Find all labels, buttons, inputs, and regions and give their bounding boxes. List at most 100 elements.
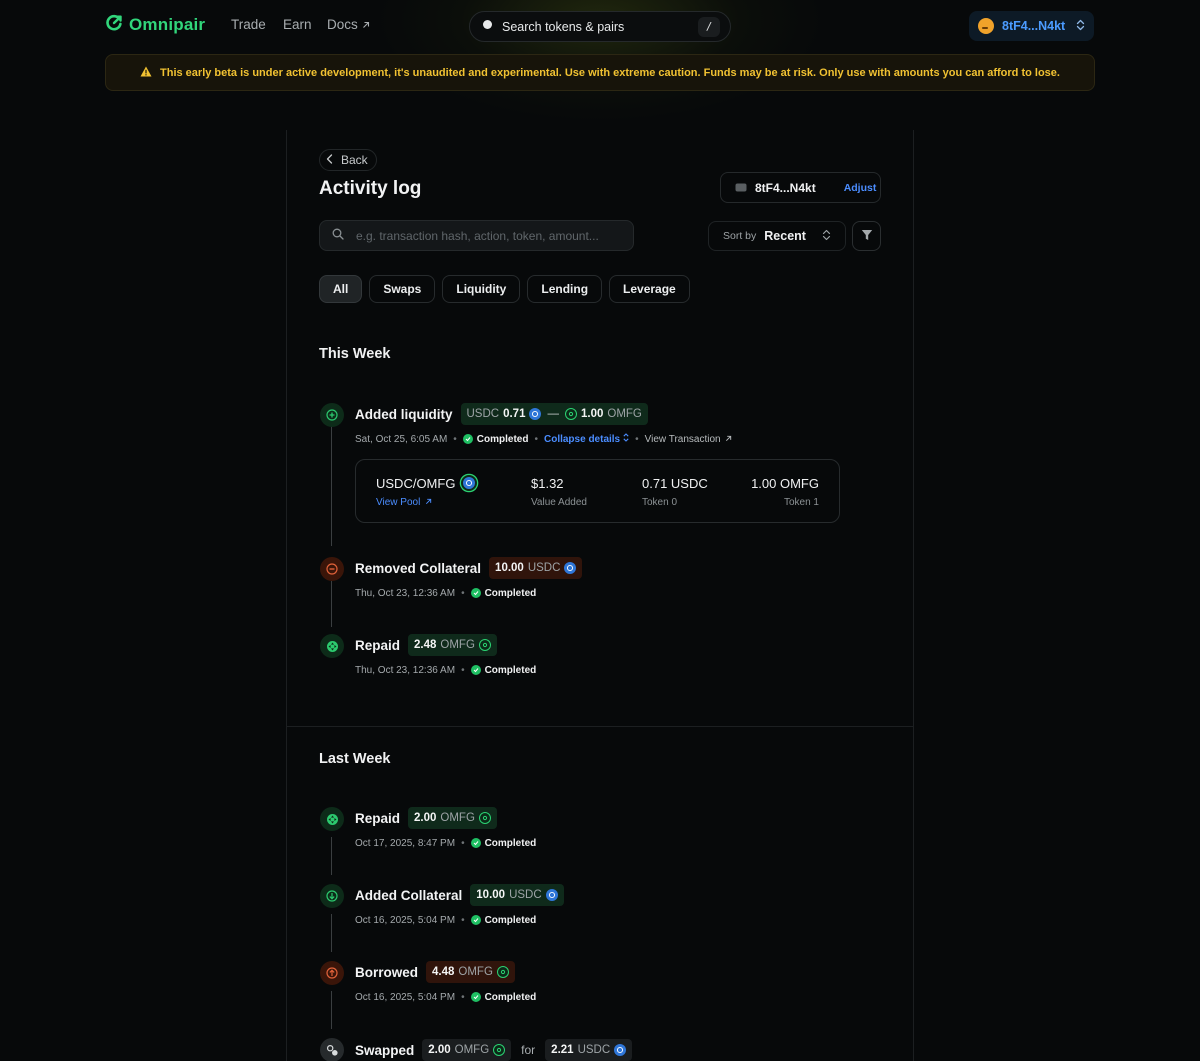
- chevron-up-down-icon: [1076, 19, 1085, 34]
- section-title-last-week: Last Week: [319, 751, 391, 767]
- token-symbol: USDC: [466, 408, 500, 420]
- usdc-token-icon: [614, 1044, 627, 1056]
- token-symbol: USDC: [527, 562, 561, 574]
- wallet-address: 8tF4...N4kt: [1002, 19, 1066, 33]
- omfg-token-icon: [496, 966, 509, 978]
- status-badge: Completed: [470, 992, 536, 1003]
- token-symbol: OMFG: [607, 408, 642, 420]
- amount-pill: 2.00 OMFG: [408, 807, 497, 829]
- token-amount: 10.00: [495, 562, 524, 574]
- chevron-up-down-icon: [822, 229, 831, 244]
- detail-token1: 1.00 OMFG Token 1: [751, 476, 819, 509]
- event-repaid[interactable]: Repaid 2.00 OMFG: [355, 807, 497, 829]
- meta-separator: •: [461, 914, 465, 926]
- collapse-details-button[interactable]: Collapse details: [544, 433, 629, 445]
- token1-label: Token 1: [783, 497, 819, 508]
- adjust-wallet-button[interactable]: Adjust: [844, 182, 877, 194]
- liquidity-details-card: USDC/OMFG View Pool $1.32 Value Added 0.…: [355, 459, 840, 523]
- event-repaid[interactable]: Repaid 2.48 OMFG: [355, 634, 497, 656]
- meta-separator: •: [534, 433, 538, 445]
- meta-separator: •: [461, 837, 465, 849]
- check-icon: [470, 838, 481, 848]
- filter-button[interactable]: [852, 221, 881, 251]
- activity-search-field[interactable]: [319, 220, 634, 251]
- wallet-button[interactable]: 8tF4...N4kt: [969, 11, 1094, 41]
- check-icon: [470, 665, 481, 675]
- brand-logo[interactable]: Omnipair: [105, 14, 205, 35]
- amount-pill: 4.48 OMFG: [426, 961, 515, 983]
- event-added-liquidity[interactable]: Added liquidity USDC 0.71 — 1.00 OMFG: [355, 403, 648, 425]
- event-removed-collateral[interactable]: Removed Collateral 10.00 USDC: [355, 557, 583, 579]
- external-link-icon: [425, 497, 432, 508]
- meta-separator: •: [461, 991, 465, 1003]
- chevron-left-icon: [326, 153, 333, 167]
- amount-pill: 2.21 USDC: [545, 1039, 633, 1061]
- event-borrowed[interactable]: Borrowed 4.48 OMFG: [355, 961, 515, 983]
- detail-value: $1.32 Value Added: [531, 476, 587, 509]
- pair-name: USDC/OMFG: [376, 475, 456, 491]
- amount-pill: 2.00 OMFG: [422, 1039, 512, 1061]
- check-icon: [462, 434, 473, 444]
- nav-trade[interactable]: Trade: [231, 17, 266, 32]
- wallet-icon: [735, 180, 747, 195]
- event-action: Borrowed: [355, 964, 419, 980]
- tab-liquidity[interactable]: Liquidity: [442, 275, 521, 303]
- event-meta: Thu, Oct 23, 12:36 AM • Completed: [355, 586, 536, 600]
- view-pool-link[interactable]: View Pool: [376, 497, 477, 508]
- nav-earn[interactable]: Earn: [283, 17, 312, 32]
- search-icon: [332, 228, 344, 243]
- token-symbol: USDC: [577, 1044, 611, 1056]
- event-action: Added liquidity: [355, 406, 453, 422]
- nav-docs[interactable]: Docs: [327, 17, 370, 32]
- arrow-down-icon: [320, 884, 344, 908]
- omfg-token-icon: [493, 1044, 506, 1056]
- event-meta: Thu, Oct 23, 12:36 AM • Completed: [355, 663, 536, 677]
- omnipair-logo-icon: [105, 14, 123, 35]
- top-nav: Omnipair Trade Earn Docs Search tokens &…: [0, 0, 1200, 52]
- tab-leverage[interactable]: Leverage: [609, 275, 690, 303]
- check-icon: [470, 992, 481, 1002]
- token-amount: 2.00: [414, 812, 437, 824]
- tab-swaps[interactable]: Swaps: [369, 275, 436, 303]
- meta-separator: •: [453, 433, 457, 445]
- token-symbol: OMFG: [458, 966, 493, 978]
- event-time: Oct 16, 2025, 5:04 PM: [355, 991, 456, 1003]
- amount-pill: 2.48 OMFG: [408, 634, 497, 656]
- pair-dash: —: [547, 408, 559, 420]
- token-amount: 2.00: [428, 1044, 451, 1056]
- sort-value: Recent: [764, 229, 806, 243]
- token-symbol: OMFG: [440, 639, 475, 651]
- back-button[interactable]: Back: [319, 149, 377, 171]
- event-added-collateral[interactable]: Added Collateral 10.00 USDC: [355, 884, 564, 906]
- activity-search-input[interactable]: [356, 228, 606, 243]
- event-meta: Oct 16, 2025, 5:04 PM • Completed: [355, 913, 536, 927]
- event-swapped[interactable]: Swapped 2.00 OMFG for 2.21 USDC: [355, 1039, 633, 1061]
- sort-label: Sort by: [723, 230, 757, 242]
- status-badge: Completed: [470, 915, 536, 926]
- search-icon: [482, 19, 494, 34]
- pair-token-icon: [461, 475, 478, 491]
- amount-pill: 10.00 USDC: [470, 884, 564, 906]
- event-action: Repaid: [355, 637, 401, 653]
- token-symbol: OMFG: [454, 1044, 490, 1056]
- back-label: Back: [341, 153, 368, 167]
- detail-pair: USDC/OMFG View Pool: [376, 475, 478, 508]
- detail-token0: 0.71 USDC Token 0: [642, 476, 708, 509]
- token-amount: 2.21: [551, 1044, 574, 1056]
- top-search-button[interactable]: Search tokens & pairs /: [469, 11, 731, 42]
- token0-label: Token 0: [642, 497, 678, 508]
- token-symbol: USDC: [509, 889, 542, 901]
- repay-icon: [320, 634, 344, 658]
- omfg-token-icon: [478, 639, 491, 651]
- omfg-token-icon: [564, 408, 577, 420]
- tab-all[interactable]: All: [319, 275, 363, 303]
- arrow-up-icon: [320, 961, 344, 985]
- event-action: Added Collateral: [355, 887, 463, 903]
- sort-select[interactable]: Sort by Recent: [708, 221, 846, 251]
- swap-for-label: for: [521, 1043, 536, 1057]
- event-time: Oct 17, 2025, 8:47 PM: [355, 837, 456, 849]
- meta-separator: •: [461, 587, 465, 599]
- tab-lending[interactable]: Lending: [527, 275, 603, 303]
- view-transaction-link[interactable]: View Transaction: [645, 434, 732, 445]
- beta-warning-text: This early beta is under active developm…: [160, 66, 1060, 79]
